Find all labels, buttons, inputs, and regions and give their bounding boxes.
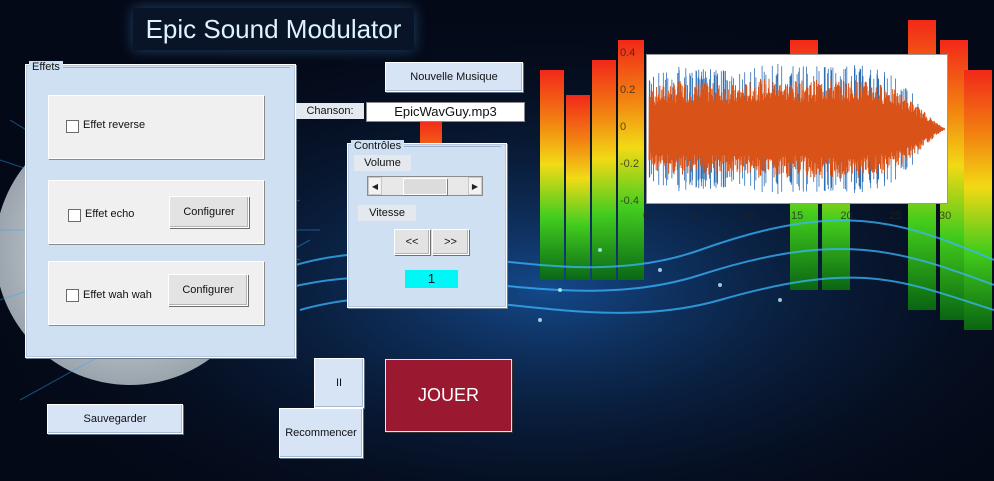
y-tick-label: -0.2 [620, 158, 639, 170]
speed-slower-button[interactable]: << [394, 229, 430, 255]
x-tick-label: 0 [643, 210, 650, 222]
echo-effect-box: Effet echo Configurer [48, 180, 264, 244]
speed-value-display: 1 [405, 270, 458, 288]
pause-button[interactable]: II [314, 358, 364, 408]
effects-panel: Effets Effet reverse Effet echo Configur… [25, 61, 296, 358]
effects-group-border [30, 67, 290, 68]
app-title: Epic Sound Modulator [133, 8, 414, 50]
save-button[interactable]: Sauvegarder [47, 404, 183, 434]
reverse-checkbox[interactable] [66, 120, 79, 133]
echo-configure-button[interactable]: Configurer [169, 196, 249, 228]
x-tick-label: 25 [889, 210, 902, 222]
x-tick-label: 15 [791, 210, 804, 222]
restart-button[interactable]: Recommencer [279, 408, 363, 458]
wah-effect-box: Effet wah wah Configurer [48, 261, 264, 325]
y-tick-label: -0.4 [620, 195, 639, 207]
x-tick-label: 30 [939, 210, 952, 222]
y-tick-label: 0.4 [620, 47, 636, 59]
volume-increase-arrow-icon[interactable]: ▶ [468, 177, 482, 195]
wah-configure-button[interactable]: Configurer [168, 274, 248, 306]
song-label: Chanson: [296, 103, 364, 119]
x-tick-label: 10 [741, 210, 754, 222]
speed-faster-button[interactable]: >> [432, 229, 469, 255]
waveform-svg [648, 64, 946, 194]
controls-legend: Contrôles [351, 140, 405, 153]
echo-checkbox[interactable] [68, 209, 81, 222]
volume-decrease-arrow-icon[interactable]: ◀ [368, 177, 382, 195]
x-tick-label: 5 [692, 210, 699, 222]
song-file-display: EpicWavGuy.mp3 [366, 102, 525, 122]
y-tick-label: 0.2 [620, 84, 636, 96]
wah-checkbox-label[interactable]: Effet wah wah [83, 289, 152, 301]
wah-checkbox[interactable] [66, 289, 79, 302]
reverse-checkbox-label[interactable]: Effet reverse [83, 119, 145, 131]
waveform-plot [646, 54, 948, 204]
y-tick-label: 0 [620, 121, 627, 133]
volume-label: Volume [354, 155, 411, 171]
speed-label: Vitesse [358, 205, 416, 221]
new-music-button[interactable]: Nouvelle Musique [385, 62, 523, 92]
reverse-effect-box: Effet reverse [48, 95, 264, 159]
play-button[interactable]: JOUER [385, 359, 512, 432]
volume-slider[interactable]: ◀ ▶ [367, 176, 483, 196]
x-tick-label: 20 [840, 210, 853, 222]
volume-slider-thumb[interactable] [402, 178, 447, 195]
echo-checkbox-label[interactable]: Effet echo [85, 208, 134, 220]
effects-legend: Effets [29, 61, 63, 74]
